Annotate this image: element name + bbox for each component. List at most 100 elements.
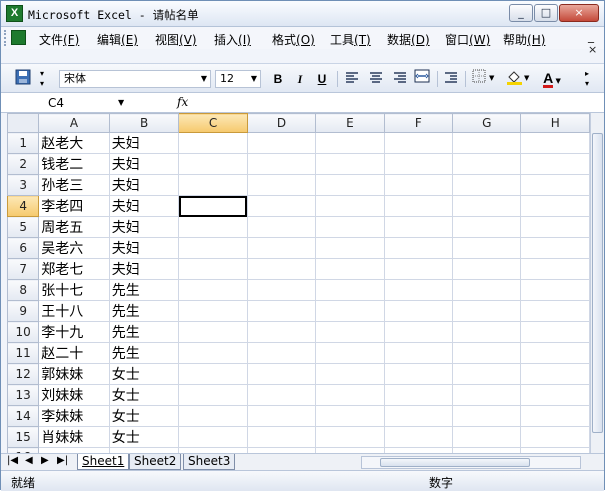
- cell-empty[interactable]: [451, 174, 522, 196]
- cell-empty[interactable]: [315, 216, 385, 238]
- cell-empty[interactable]: [178, 363, 248, 385]
- cell-empty[interactable]: [520, 405, 590, 427]
- font-name-select[interactable]: 宋体 ▼: [59, 70, 211, 88]
- cell-empty[interactable]: [315, 405, 385, 427]
- first-sheet-icon[interactable]: |◀: [7, 455, 18, 466]
- row-header[interactable]: 5: [7, 216, 40, 238]
- cell-title[interactable]: 女士: [108, 426, 180, 448]
- cell-name[interactable]: 肖妹妹: [38, 426, 110, 448]
- cell-empty[interactable]: [383, 405, 453, 427]
- cell-empty[interactable]: [383, 363, 453, 385]
- cell-empty[interactable]: [451, 321, 522, 343]
- cell-empty[interactable]: [520, 132, 590, 154]
- menu-tools[interactable]: 工具(T): [330, 31, 371, 48]
- column-header-e[interactable]: E: [315, 113, 385, 133]
- menu-insert[interactable]: 插入(I): [214, 31, 251, 48]
- indent-icon[interactable]: [442, 69, 460, 89]
- cell-empty[interactable]: [315, 237, 385, 259]
- worksheet-grid[interactable]: A B C D E F G H 1 赵老大 夫妇 2 钱老二 夫妇 3 孙老三 夫妇 4 李老四 夫妇…: [7, 113, 590, 453]
- cell-empty[interactable]: [451, 342, 522, 364]
- cell-empty[interactable]: [178, 321, 248, 343]
- cell-empty[interactable]: [451, 384, 522, 406]
- toolbar-options-icon[interactable]: ▸ ▾: [581, 69, 593, 89]
- cell-empty[interactable]: [451, 153, 522, 175]
- menu-file[interactable]: 文件(F): [39, 31, 79, 48]
- row-header[interactable]: 7: [7, 258, 40, 280]
- cell-empty[interactable]: [178, 300, 248, 322]
- cell-empty[interactable]: [178, 237, 248, 259]
- cell-empty[interactable]: [520, 300, 590, 322]
- cell-empty[interactable]: [246, 363, 317, 385]
- sheet-tab-sheet1[interactable]: Sheet1: [77, 454, 130, 470]
- column-header-a[interactable]: A: [38, 113, 110, 133]
- font-color-icon[interactable]: A ▼: [537, 69, 567, 89]
- cell-empty[interactable]: [246, 321, 317, 343]
- cell-empty[interactable]: [520, 216, 590, 238]
- cell-title[interactable]: 夫妇: [108, 258, 180, 280]
- last-sheet-icon[interactable]: ▶|: [57, 455, 68, 466]
- column-header-h[interactable]: H: [520, 113, 590, 133]
- cell-title[interactable]: 夫妇: [108, 237, 180, 259]
- cell-empty[interactable]: [520, 384, 590, 406]
- cell-empty[interactable]: [246, 384, 317, 406]
- cell-empty[interactable]: [246, 342, 317, 364]
- minimize-button[interactable]: _: [509, 4, 533, 22]
- cell-empty[interactable]: [520, 237, 590, 259]
- cell-empty[interactable]: [451, 279, 522, 301]
- cell-empty[interactable]: [315, 426, 385, 448]
- font-size-select[interactable]: 12 ▼: [215, 70, 261, 88]
- cell-empty[interactable]: [246, 279, 317, 301]
- cell-name[interactable]: 李妹妹: [38, 405, 110, 427]
- maximize-button[interactable]: □: [534, 4, 558, 22]
- menu-format[interactable]: 格式(O): [272, 31, 315, 48]
- cell-empty[interactable]: [383, 384, 453, 406]
- toolbar-options-icon[interactable]: ▾ ▾: [37, 69, 47, 89]
- cell-name[interactable]: 李十九: [38, 321, 110, 343]
- row-header[interactable]: 10: [7, 321, 40, 343]
- cell-empty[interactable]: [246, 300, 317, 322]
- cell-empty[interactable]: [451, 405, 522, 427]
- cell-empty[interactable]: [178, 279, 248, 301]
- cell-empty[interactable]: [246, 258, 317, 280]
- cell-empty[interactable]: [451, 237, 522, 259]
- excel-app-icon[interactable]: X: [6, 5, 23, 22]
- cell-empty[interactable]: [383, 321, 453, 343]
- cell-empty[interactable]: [451, 426, 522, 448]
- column-header-g[interactable]: G: [451, 113, 522, 133]
- cell-empty[interactable]: [383, 237, 453, 259]
- cell-empty[interactable]: [383, 174, 453, 196]
- cell-empty[interactable]: [178, 132, 248, 154]
- cell-empty[interactable]: [383, 258, 453, 280]
- cell-empty[interactable]: [520, 174, 590, 196]
- sheet-tab-sheet2[interactable]: Sheet2: [129, 454, 182, 470]
- menu-view[interactable]: 视图(V): [155, 31, 197, 48]
- column-header-c[interactable]: C: [178, 113, 248, 133]
- cell-empty[interactable]: [315, 153, 385, 175]
- cell-title[interactable]: 女士: [108, 363, 180, 385]
- cell-empty[interactable]: [451, 258, 522, 280]
- cell-name[interactable]: 张十七: [38, 279, 110, 301]
- select-all-corner[interactable]: [7, 113, 40, 133]
- cell-empty[interactable]: [246, 153, 317, 175]
- borders-icon[interactable]: ▼: [471, 69, 499, 89]
- column-header-b[interactable]: B: [108, 113, 180, 133]
- cell-empty[interactable]: [520, 279, 590, 301]
- cell-name[interactable]: 李老四: [38, 195, 110, 217]
- cell-empty[interactable]: [315, 363, 385, 385]
- row-header[interactable]: 4: [7, 195, 40, 217]
- bold-button[interactable]: B: [269, 69, 287, 89]
- cell-empty[interactable]: [520, 363, 590, 385]
- cell-empty[interactable]: [315, 258, 385, 280]
- cell-empty[interactable]: [178, 174, 248, 196]
- row-header[interactable]: 12: [7, 363, 40, 385]
- cell-name[interactable]: 刘妹妹: [38, 384, 110, 406]
- underline-button[interactable]: U: [313, 69, 331, 89]
- cell-title[interactable]: 夫妇: [108, 195, 180, 217]
- row-header[interactable]: 9: [7, 300, 40, 322]
- cell-empty[interactable]: [451, 195, 522, 217]
- cell-name[interactable]: 郑老七: [38, 258, 110, 280]
- cell-empty[interactable]: [383, 426, 453, 448]
- scrollbar-thumb[interactable]: [380, 458, 530, 467]
- cell-empty[interactable]: [315, 279, 385, 301]
- cell-name[interactable]: 吴老六: [38, 237, 110, 259]
